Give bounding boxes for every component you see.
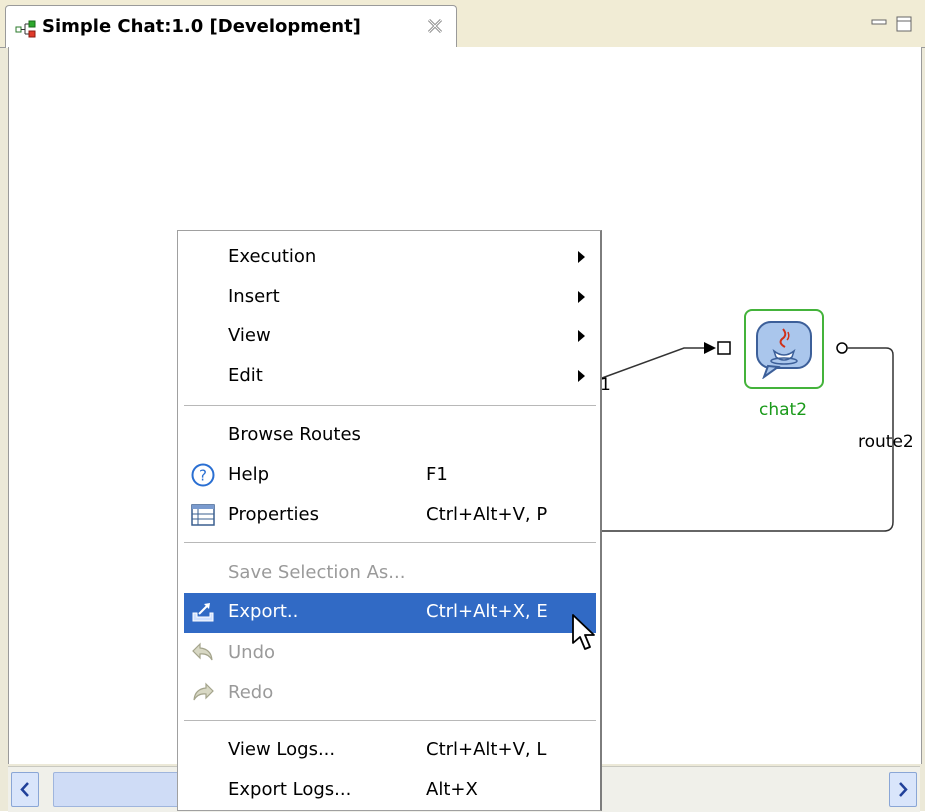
chat-node[interactable] xyxy=(744,309,824,389)
menu-item-edit[interactable]: Edit xyxy=(184,357,596,395)
scroll-thumb[interactable] xyxy=(53,772,188,807)
export-icon xyxy=(192,603,214,622)
menu-item-label: View xyxy=(228,325,271,346)
menu-item-insert[interactable]: Insert xyxy=(184,278,596,316)
chevron-right-icon xyxy=(899,782,908,797)
submenu-arrow-icon xyxy=(578,251,585,263)
menu-item-label: Execution xyxy=(228,246,317,267)
route-label: route2 xyxy=(858,432,914,452)
submenu-arrow-icon xyxy=(578,370,585,382)
menu-item-shortcut: Alt+X xyxy=(426,779,478,800)
menu-item-view-logs[interactable]: View Logs... Ctrl+Alt+V, L xyxy=(184,731,596,769)
menu-item-label: Undo xyxy=(228,642,276,663)
menu-item-label: Browse Routes xyxy=(228,424,361,445)
menu-item-label: Properties xyxy=(228,504,319,525)
scroll-left-button[interactable] xyxy=(11,772,39,807)
menu-item-label: Edit xyxy=(228,365,263,386)
menu-item-label: Export Logs... xyxy=(228,779,352,800)
menu-item-export-logs[interactable]: Export Logs... Alt+X xyxy=(184,771,596,809)
properties-icon xyxy=(191,504,215,526)
submenu-arrow-icon xyxy=(578,330,585,342)
menu-item-export[interactable]: Export.. Ctrl+Alt+X, E xyxy=(184,593,596,633)
java-icon xyxy=(756,321,812,379)
submenu-arrow-icon xyxy=(578,291,585,303)
context-menu: Execution Insert View Edit Browse Routes… xyxy=(177,230,602,811)
menu-separator xyxy=(184,542,596,543)
menu-separator xyxy=(184,405,596,406)
menu-item-label: Export.. xyxy=(228,601,299,622)
menu-item-label: Save Selection As... xyxy=(228,562,406,583)
menu-item-view[interactable]: View xyxy=(184,317,596,355)
mouse-cursor-icon xyxy=(572,614,595,650)
menu-item-redo[interactable]: Redo xyxy=(184,674,596,712)
svg-text:?: ? xyxy=(199,467,207,485)
menu-item-label: Help xyxy=(228,464,270,485)
menu-item-browse-routes[interactable]: Browse Routes xyxy=(184,416,596,454)
redo-icon xyxy=(193,682,214,701)
chevron-left-icon xyxy=(20,782,29,797)
menu-item-shortcut: Ctrl+Alt+X, E xyxy=(426,601,548,622)
menu-item-properties[interactable]: Properties Ctrl+Alt+V, P xyxy=(184,496,596,534)
menu-item-shortcut: F1 xyxy=(426,464,448,485)
menu-item-undo[interactable]: Undo xyxy=(184,634,596,672)
menu-item-label: View Logs... xyxy=(228,739,336,760)
menu-item-label: Insert xyxy=(228,286,280,307)
menu-item-execution[interactable]: Execution xyxy=(184,238,596,276)
menu-item-label: Redo xyxy=(228,682,274,703)
menu-separator xyxy=(184,720,596,721)
menu-item-shortcut: Ctrl+Alt+V, P xyxy=(426,504,548,525)
menu-item-save-selection-as[interactable]: Save Selection As... xyxy=(184,554,596,592)
undo-icon xyxy=(192,642,213,661)
scroll-right-button[interactable] xyxy=(889,772,917,807)
node-label: chat2 xyxy=(759,400,808,420)
help-icon: ? xyxy=(191,463,215,487)
menu-item-help[interactable]: ? Help F1 xyxy=(184,456,596,494)
menu-item-shortcut: Ctrl+Alt+V, L xyxy=(426,739,547,760)
